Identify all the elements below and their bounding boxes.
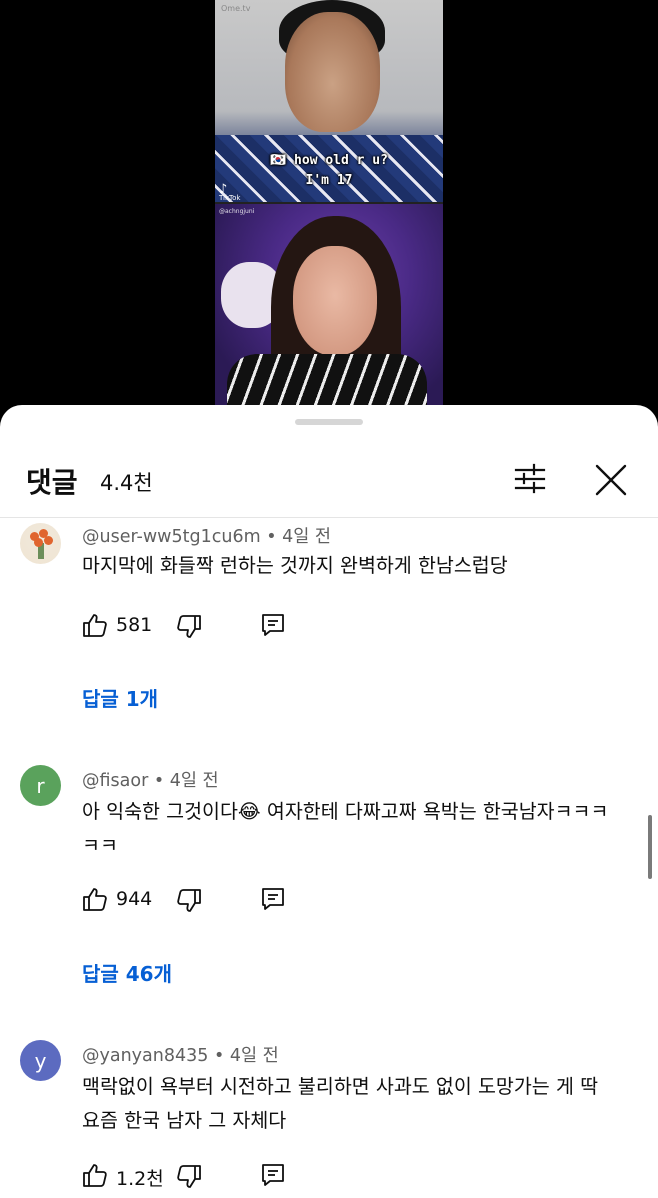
- like-count: 944: [116, 888, 153, 910]
- close-button[interactable]: [590, 459, 632, 501]
- comment-meta: @yanyan8435 • 4일 전: [82, 1042, 279, 1067]
- thumbs-up-icon: [83, 1164, 107, 1187]
- comment-text: 마지막에 화들짝 런하는 것까지 완벽하게 한남스럽당: [82, 554, 508, 577]
- video-frame[interactable]: Ome.tv 🇰🇷 how old r u? I'm 17 ♪ TikTok @…: [215, 0, 443, 406]
- comments-header: 댓글 4.4천: [0, 445, 658, 517]
- comment-time: 4일 전: [229, 1046, 279, 1066]
- comment-item: y @yanyan8435 • 4일 전 맥락없이 욕부터 시전하고 불리하면 …: [0, 1040, 640, 1198]
- person-shirt: [215, 135, 443, 202]
- dislike-button[interactable]: [176, 888, 202, 914]
- tiktok-handle: @achngjuni: [219, 208, 255, 215]
- reply-button[interactable]: [260, 886, 286, 912]
- tiktok-watermark: ♪ TikTok: [219, 182, 241, 202]
- video-caption-answer: I'm 17: [305, 173, 353, 188]
- comments-sheet: 댓글 4.4천 @user-ww5tg1cu6m • 4일 전 마지막에 화들짝…: [0, 405, 658, 1198]
- comment-author[interactable]: @user-ww5tg1cu6m: [82, 527, 261, 547]
- like-button[interactable]: [82, 886, 108, 912]
- header-divider: [0, 517, 658, 518]
- video-bottom-half: @achngjuni: [215, 204, 443, 406]
- dislike-button[interactable]: [176, 614, 202, 640]
- comment-item: @user-ww5tg1cu6m • 4일 전 마지막에 화들짝 런하는 것까지…: [0, 520, 640, 720]
- thumbs-up-icon: [83, 614, 107, 637]
- thumbs-down-icon: [177, 615, 201, 638]
- video-top-half: Ome.tv 🇰🇷 how old r u? I'm 17 ♪ TikTok: [215, 0, 443, 202]
- comments-title: 댓글: [26, 466, 78, 499]
- sort-filter-button[interactable]: [510, 459, 550, 499]
- video-caption-question: 🇰🇷 how old r u?: [270, 153, 388, 168]
- comment-time: 4일 전: [282, 527, 331, 547]
- reply-icon: [262, 1164, 284, 1186]
- avatar-flower: [34, 538, 43, 547]
- meta-separator: •: [208, 1046, 230, 1066]
- like-count: 1.2천: [116, 1168, 164, 1190]
- person-face: [285, 12, 380, 132]
- close-icon: [595, 464, 627, 496]
- like-button[interactable]: [82, 1162, 108, 1188]
- comment-text: 맥락없이 욕부터 시전하고 불리하면 사과도 없이 도망가는 게 딱 요즘 한국…: [82, 1075, 599, 1132]
- meta-separator: •: [148, 771, 170, 791]
- reply-button[interactable]: [260, 1162, 286, 1188]
- avatar-letter: r: [36, 773, 45, 798]
- tiktok-label: TikTok: [219, 194, 241, 202]
- comments-count: 4.4천: [100, 471, 153, 495]
- avatar-flower: [44, 536, 53, 545]
- comment-time: 4일 전: [169, 771, 219, 791]
- comment-actions: 581: [82, 612, 342, 642]
- person-jacket: [227, 354, 427, 406]
- thumbs-up-icon: [83, 888, 107, 911]
- scrollbar[interactable]: [648, 815, 652, 879]
- like-button[interactable]: [82, 612, 108, 638]
- sliders-icon: [514, 463, 546, 494]
- avatar[interactable]: r: [20, 765, 61, 806]
- view-replies-link[interactable]: 답글 1개: [82, 683, 158, 712]
- thumbs-down-icon: [177, 1165, 201, 1188]
- comment-author[interactable]: @fisaor: [82, 771, 148, 791]
- thumbs-down-icon: [177, 889, 201, 912]
- dislike-button[interactable]: [176, 1164, 202, 1190]
- comment-meta: @user-ww5tg1cu6m • 4일 전: [82, 523, 331, 548]
- avatar[interactable]: y: [20, 1040, 61, 1081]
- meta-separator: •: [260, 527, 283, 547]
- comment-meta: @fisaor • 4일 전: [82, 767, 219, 792]
- comment-item: r @fisaor • 4일 전 아 익숙한 그것이다😂 여자한테 다짜고짜 욕…: [0, 765, 640, 995]
- person-face: [293, 246, 377, 356]
- avatar-letter: y: [34, 1048, 47, 1073]
- avatar[interactable]: [20, 523, 61, 564]
- reply-icon: [262, 614, 284, 636]
- reply-icon: [262, 888, 284, 910]
- like-count: 581: [116, 614, 153, 636]
- comment-author[interactable]: @yanyan8435: [82, 1046, 208, 1066]
- tiktok-icon: ♪: [219, 182, 228, 197]
- video-player[interactable]: Ome.tv 🇰🇷 how old r u? I'm 17 ♪ TikTok @…: [0, 0, 658, 410]
- video-watermark: Ome.tv: [221, 4, 251, 13]
- comment-text: 아 익숙한 그것이다😂 여자한테 다짜고짜 욕박는 한국남자ㅋㅋㅋㅋㅋ: [82, 800, 609, 857]
- view-replies-link[interactable]: 답글 46개: [82, 958, 172, 987]
- drag-handle[interactable]: [295, 419, 363, 425]
- comment-actions: 1.2천: [82, 1162, 342, 1192]
- reply-button[interactable]: [260, 612, 286, 638]
- comment-actions: 944: [82, 886, 342, 916]
